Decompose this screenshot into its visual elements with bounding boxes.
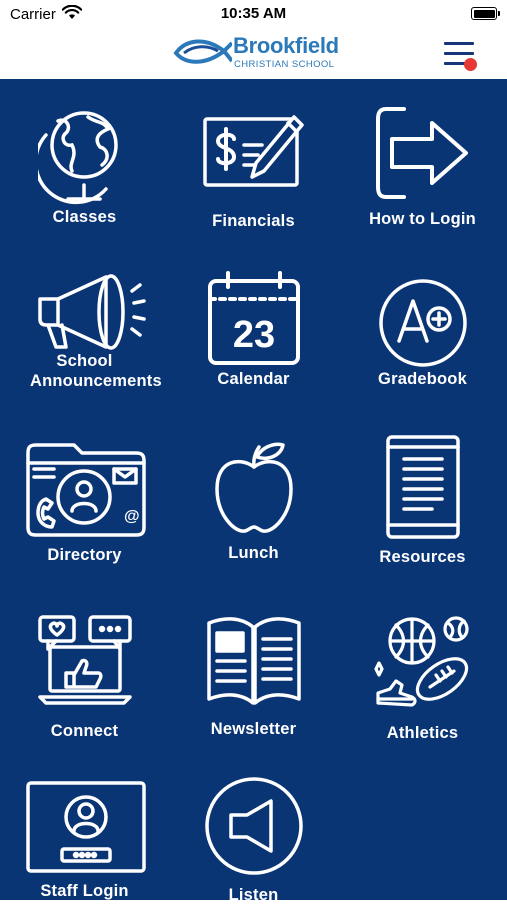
hamburger-menu-icon [444,42,474,45]
tile-label: School Announcements [30,352,162,390]
megaphone-icon [38,274,146,350]
calendar-icon: 23 [208,271,300,365]
tile-label: Staff Login [40,882,129,900]
apple-icon [215,442,293,533]
tile-how-to-login[interactable]: How to Login [338,101,507,231]
home-grid: Classes Financials How to Login School A… [0,79,507,904]
tile-lunch[interactable]: Lunch [169,437,338,567]
tile-label: Listen [228,886,279,904]
tile-label: Newsletter [210,720,297,738]
menu-button[interactable] [444,40,478,72]
speaker-icon [205,777,303,875]
newspaper-icon [207,617,301,705]
app-header: Brookfield CHRISTIAN SCHOOL [0,30,507,79]
tile-label: Connect [50,722,119,740]
tile-listen[interactable]: Listen [169,777,338,904]
tile-athletics[interactable]: Athletics [338,613,507,743]
sports-balls-icon [374,616,469,707]
tile-calendar[interactable]: 23 Calendar [169,269,338,399]
menu-bar-bottom [444,62,466,65]
tile-classes[interactable]: Classes [0,101,169,231]
login-arrow-icon [376,107,468,199]
tile-label: Lunch [228,544,279,562]
check-pen-icon [203,115,304,187]
tile-label: Athletics [386,724,459,742]
status-time: 10:35 AM [220,5,287,22]
status-bar: Carrier 10:35 AM [0,0,507,30]
grade-a-plus-icon [379,279,467,367]
tile-directory[interactable]: @ Directory [0,437,169,567]
tile-label: Gradebook [378,370,467,388]
tile-label: How to Login [369,210,476,228]
tile-financials[interactable]: Financials [169,101,338,231]
social-laptop-icon [38,615,132,705]
globe-icon [38,111,118,205]
school-logo[interactable]: Brookfield CHRISTIAN SCHOOL [172,33,342,73]
tile-newsletter[interactable]: Newsletter [169,613,338,743]
svg-text:@: @ [124,508,140,525]
tile-gradebook[interactable]: Gradebook [338,269,507,399]
tile-connect[interactable]: Connect [0,613,169,743]
menu-bar-middle [444,52,474,55]
logo-name: Brookfield [233,33,339,58]
tile-label: Resources [379,548,466,566]
tile-label: Classes [52,208,117,226]
tile-label: Directory [47,546,122,564]
tile-school-announcements[interactable]: School Announcements [0,269,169,399]
tablet-icon [386,435,460,539]
notification-badge [464,58,477,71]
contact-folder-icon: @ [26,443,146,537]
tile-resources[interactable]: Resources [338,435,507,567]
logo-subtitle: CHRISTIAN SCHOOL [234,59,335,70]
calendar-day-number: 23 [233,314,275,356]
tile-staff-login[interactable]: Staff Login [0,779,169,900]
battery-icon [471,7,500,20]
fish-logo-icon [173,39,232,64]
tile-label: Calendar [217,370,290,388]
staff-badge-icon [26,781,146,873]
tile-label: Financials [212,212,295,230]
